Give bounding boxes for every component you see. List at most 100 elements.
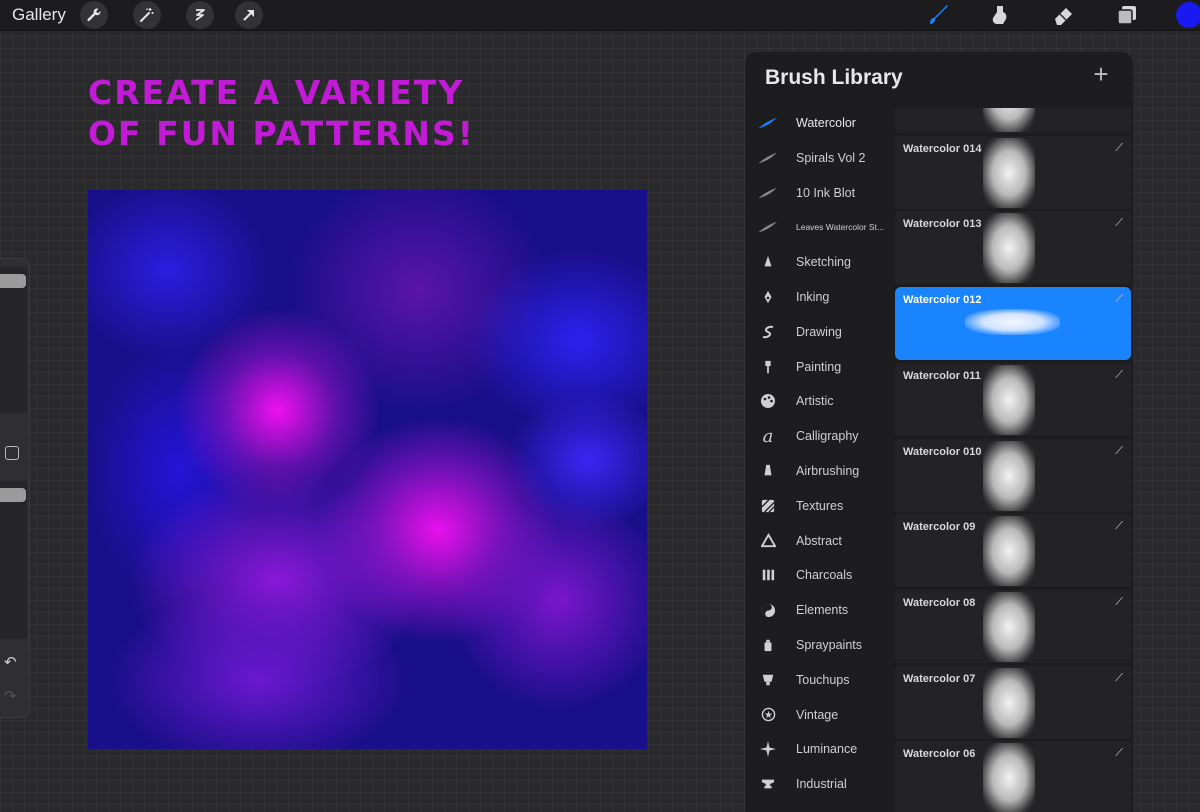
- brush-category-item[interactable]: Vintage: [753, 700, 893, 730]
- brush-category-item[interactable]: Textures: [753, 491, 893, 521]
- yin-yang-icon: [753, 599, 783, 621]
- brush-category-label: Textures: [796, 498, 844, 513]
- brush-library-panel: Brush Library + Watercolor Spirals Vol 2 1…: [745, 52, 1133, 812]
- brush-category-item[interactable]: Elements: [753, 595, 893, 625]
- brush-item[interactable]: Watercolor 011 ⟋: [895, 362, 1131, 436]
- eraser-icon[interactable]: [1050, 1, 1078, 29]
- brush-settings-feather-icon[interactable]: ⟋: [1115, 369, 1123, 382]
- brush-item-selected[interactable]: Watercolor 012 ⟋: [895, 287, 1131, 361]
- brush-item[interactable]: [895, 108, 1131, 133]
- touchup-icon: [753, 669, 783, 691]
- brush-category-item[interactable]: Watercolor: [753, 108, 893, 138]
- spray-can-icon: [753, 634, 783, 656]
- brush-category-item[interactable]: Painting: [753, 352, 893, 382]
- brush-settings-feather-icon[interactable]: ⟋: [1115, 293, 1123, 306]
- brush-category-item[interactable]: Luminance: [753, 734, 893, 764]
- brush-settings-feather-icon[interactable]: ⟋: [1115, 142, 1123, 155]
- brush-stroke-preview: [983, 364, 1035, 435]
- feather-icon: [753, 182, 783, 204]
- brush-category-item[interactable]: Leaves Watercolor St...: [753, 212, 893, 242]
- brush-name: Watercolor 08: [903, 596, 976, 609]
- brush-category-item[interactable]: Industrial: [753, 769, 893, 799]
- brush-category-item[interactable]: Abstract: [753, 526, 893, 556]
- magic-wand-icon[interactable]: [133, 1, 161, 29]
- headline-line-2: OF FUN PATTERNS!: [88, 114, 475, 153]
- brush-size-slider-thumb[interactable]: [0, 274, 26, 288]
- brush-category-item[interactable]: Inking: [753, 282, 893, 312]
- brush-category-item[interactable]: Touchups: [753, 665, 893, 695]
- smudge-icon[interactable]: [986, 1, 1014, 29]
- plus-icon[interactable]: +: [1089, 61, 1113, 87]
- brush-stroke-preview: [983, 137, 1035, 208]
- brush-stroke-preview: [983, 667, 1035, 738]
- brush-settings-feather-icon[interactable]: ⟋: [1115, 520, 1123, 533]
- brush-category-label: Vintage: [796, 707, 839, 722]
- brush-stroke-preview: [983, 591, 1035, 662]
- layers-icon[interactable]: [1113, 1, 1141, 29]
- transform-arrow-icon[interactable]: [235, 1, 263, 29]
- promo-headline: CREATE A VARIETY OF FUN PATTERNS!: [88, 72, 648, 154]
- brush-category-item[interactable]: 10 Ink Blot: [753, 178, 893, 208]
- brush-opacity-slider-thumb[interactable]: [0, 488, 26, 502]
- left-sidebar: ↶ ↷: [0, 258, 30, 718]
- brush-item[interactable]: Watercolor 06 ⟋: [895, 741, 1131, 812]
- brush-category-label: Artistic: [796, 394, 834, 409]
- brush-category-label: 10 Ink Blot: [796, 185, 856, 200]
- watercolor-artwork-canvas[interactable]: [88, 190, 647, 749]
- brush-category-label: Leaves Watercolor St...: [796, 222, 885, 233]
- brush-name: Watercolor 06: [903, 748, 976, 761]
- brush-name: Watercolor 07: [903, 672, 976, 685]
- selection-icon[interactable]: [186, 1, 214, 29]
- feather-icon: [753, 147, 783, 169]
- brush-category-label: Industrial: [796, 777, 847, 792]
- brush-settings-feather-icon[interactable]: ⟋: [1115, 672, 1123, 685]
- sparkle-icon: [753, 738, 783, 760]
- undo-arrow-icon[interactable]: ↶: [4, 653, 17, 671]
- brush-category-label: Spraypaints: [796, 638, 863, 652]
- wrench-icon[interactable]: [80, 1, 108, 29]
- brush-category-item[interactable]: Spirals Vol 2: [753, 143, 893, 173]
- brush-settings-feather-icon[interactable]: ⟋: [1115, 217, 1123, 230]
- brush-category-label: Touchups: [796, 672, 850, 687]
- brush-category-label: Luminance: [796, 742, 858, 757]
- panel-title: Brush Library: [765, 66, 903, 89]
- brush-item[interactable]: Watercolor 07 ⟋: [895, 665, 1131, 739]
- brush-item[interactable]: Watercolor 010 ⟋: [895, 438, 1131, 512]
- brush-category-item[interactable]: Sketching: [753, 247, 893, 277]
- brush-category-label: Drawing: [796, 324, 842, 339]
- brush-stroke-preview: [965, 309, 1060, 336]
- calligraphy-a-icon: a: [762, 425, 774, 447]
- brush-stroke-preview: [983, 516, 1035, 587]
- brush-settings-feather-icon[interactable]: ⟋: [1115, 596, 1123, 609]
- brush-stroke-preview: [983, 108, 1035, 132]
- redo-arrow-icon[interactable]: ↷: [4, 687, 17, 705]
- brush-name: Watercolor 09: [903, 521, 976, 534]
- squiggle-icon: [753, 321, 783, 343]
- gallery-button[interactable]: Gallery: [12, 5, 66, 25]
- brush-category-label: Calligraphy: [796, 429, 859, 444]
- brush-item[interactable]: Watercolor 08 ⟋: [895, 589, 1131, 663]
- anvil-icon: [753, 773, 783, 795]
- brush-category-label: Inking: [796, 290, 830, 304]
- brush-opacity-slider[interactable]: [0, 481, 27, 639]
- brush-item[interactable]: Watercolor 09 ⟋: [895, 514, 1131, 588]
- modify-button[interactable]: [5, 446, 19, 460]
- brush-settings-feather-icon[interactable]: ⟋: [1115, 445, 1123, 458]
- brush-item[interactable]: Watercolor 013 ⟋: [895, 211, 1131, 285]
- brush-icon[interactable]: [925, 1, 953, 29]
- hatch-square-icon: [753, 495, 783, 517]
- pencil-tip-icon: [753, 251, 783, 273]
- brush-category-item[interactable]: Spraypaints: [753, 630, 893, 660]
- palette-icon: [753, 390, 783, 412]
- brush-settings-feather-icon[interactable]: ⟋: [1115, 747, 1123, 760]
- brush-category-item[interactable]: Charcoals: [753, 560, 893, 590]
- color-picker-swatch[interactable]: [1176, 2, 1200, 28]
- brush-category-label: Airbrushing: [796, 464, 860, 478]
- brush-category-item[interactable]: a Calligraphy: [753, 421, 893, 451]
- brush-category-item[interactable]: Drawing: [753, 317, 893, 347]
- triangle-icon: [753, 530, 783, 552]
- brush-size-slider[interactable]: [0, 267, 27, 413]
- brush-item[interactable]: Watercolor 014 ⟋: [895, 135, 1131, 209]
- brush-category-item[interactable]: Artistic: [753, 386, 893, 416]
- brush-category-item[interactable]: Airbrushing: [753, 456, 893, 486]
